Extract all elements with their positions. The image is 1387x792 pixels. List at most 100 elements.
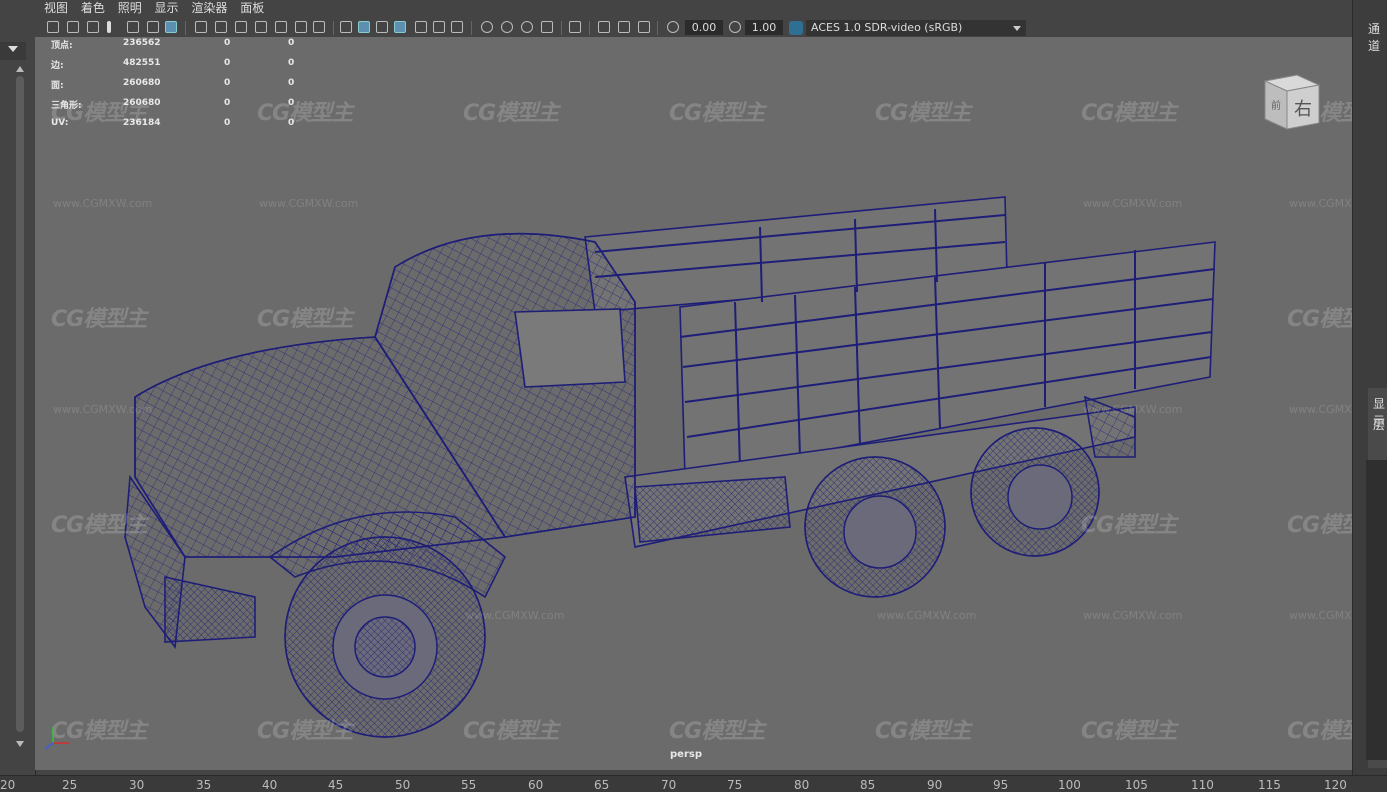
ambient-occlusion-icon[interactable] (481, 21, 493, 33)
film-gate-icon[interactable] (215, 21, 227, 33)
timeline-tick: 50 (395, 778, 411, 792)
tab-channels[interactable]: 通道 (1368, 20, 1387, 54)
grid-icon[interactable] (195, 21, 207, 33)
timeline-tick: 100 (1058, 778, 1081, 792)
timeline-tick: 30 (129, 778, 145, 792)
axis-gizmo-icon (44, 727, 69, 750)
watermark-url: www.CGMXW.com (1289, 609, 1352, 622)
wireframe-on-shaded-icon[interactable] (394, 21, 406, 33)
resolution-gate-icon[interactable] (235, 21, 247, 33)
wireframe-icon[interactable] (340, 21, 352, 33)
menu-shading[interactable]: 着色 (81, 0, 105, 16)
xray-icon[interactable] (598, 21, 610, 33)
watermark-url: www.CGMXW.com (1083, 197, 1183, 210)
layer-list[interactable] (1366, 460, 1387, 760)
timeline-tick: 55 (461, 778, 477, 792)
watermark-logo: CG模型主 (669, 719, 765, 744)
view-cube-side-label: 前 (1271, 99, 1281, 112)
safe-action-icon[interactable] (295, 21, 307, 33)
hud-row-faces: 面: 260680 0 0 (51, 78, 295, 91)
menu-renderer[interactable]: 渲染器 (191, 0, 227, 16)
panel-menubar: 视图 着色 照明 显示 渲染器 面板 (35, 0, 1352, 17)
textured-icon[interactable] (415, 21, 427, 33)
color-management-icon[interactable] (789, 21, 803, 35)
xray-joints-icon[interactable] (618, 21, 630, 33)
bookmark-icon[interactable] (87, 21, 99, 33)
watermark-url: www.CGMXW.com (53, 197, 153, 210)
image-plane-icon[interactable] (107, 21, 111, 33)
shadows-icon[interactable] (451, 21, 463, 33)
grease-pencil-toggle-icon[interactable] (165, 21, 177, 33)
watermark-url: www.CGMXW.com (1289, 197, 1352, 210)
watermark-logo: CG模型主 (257, 307, 353, 332)
tab-layers[interactable]: 层 (1373, 416, 1385, 433)
view-cube-face-label: 右 (1294, 99, 1312, 120)
field-chart-icon[interactable] (275, 21, 287, 33)
gamma-icon[interactable] (729, 21, 741, 33)
color-space-select[interactable]: ACES 1.0 SDR-video (sRGB) (806, 20, 1026, 36)
chevron-down-icon (8, 46, 18, 52)
timeline-tick: 20 (0, 778, 16, 792)
default-material-icon[interactable] (376, 21, 388, 33)
scroll-up-icon[interactable] (16, 66, 24, 72)
watermark-logo: CG模型主 (669, 101, 765, 126)
smooth-shade-icon[interactable] (358, 21, 370, 33)
timeline-tick: 35 (196, 778, 212, 792)
watermark-logo: CG模型主 (1081, 513, 1177, 538)
timeline-tick: 120 (1324, 778, 1347, 792)
watermark-logo: CG模型主 (51, 101, 147, 126)
watermark-logo: CG模型主 (1081, 719, 1177, 744)
watermark-url: www.CGMXW.com (877, 609, 977, 622)
lights-icon[interactable] (433, 21, 445, 33)
channel-box-panel: 通道 显示 层 (1352, 0, 1387, 775)
menu-lighting[interactable]: 照明 (118, 0, 142, 16)
camera-name-label: persp (670, 749, 702, 760)
watermark-url: www.CGMXW.com (53, 403, 153, 416)
view-cube-icon[interactable]: 右 前 (1257, 67, 1323, 133)
time-slider[interactable]: 20 25 30 35 40 45 50 55 60 65 70 75 80 8… (0, 775, 1387, 792)
exposure-icon[interactable] (667, 21, 679, 33)
hud-row-edges: 边: 482551 0 0 (51, 58, 295, 71)
exposure-field[interactable]: 0.00 (685, 20, 723, 35)
timeline-tick: 95 (993, 778, 1009, 792)
watermark-logo: CG模型主 (257, 101, 353, 126)
safe-title-icon[interactable] (313, 21, 325, 33)
xray-active-icon[interactable] (638, 21, 650, 33)
timeline-tick: 65 (594, 778, 610, 792)
watermark-logo: CG模型主 (51, 307, 147, 332)
timeline-tick: 40 (262, 778, 278, 792)
motion-blur-icon[interactable] (501, 21, 513, 33)
watermark-logo: CG模型主 (257, 719, 353, 744)
view-cube[interactable]: 右 前 (1257, 67, 1323, 133)
watermark-url: www.CGMXW.com (1083, 403, 1183, 416)
depth-of-field-icon[interactable] (541, 21, 553, 33)
3d-viewport[interactable]: 顶点: 236562 0 0 边: 482551 0 0 面: 260680 0… (35, 37, 1352, 770)
timeline-tick: 75 (727, 778, 743, 792)
scroll-down-icon[interactable] (16, 741, 24, 747)
timeline-tick: 90 (927, 778, 943, 792)
gamma-field[interactable]: 1.00 (745, 20, 783, 35)
menu-view[interactable]: 视图 (44, 0, 68, 16)
2d-pan-zoom-icon[interactable] (147, 21, 159, 33)
timeline-tick: 115 (1258, 778, 1281, 792)
watermark-logo: CG模型主 (51, 513, 147, 538)
vertical-scrollbar[interactable] (16, 76, 24, 732)
timeline-tick: 80 (794, 778, 810, 792)
menu-panels[interactable]: 面板 (240, 0, 264, 16)
anti-aliasing-icon[interactable] (521, 21, 533, 33)
isolate-select-icon[interactable] (569, 21, 581, 33)
watermark-logo: CG模型主 (1081, 101, 1177, 126)
menu-show[interactable]: 显示 (155, 0, 179, 16)
select-camera-icon[interactable] (47, 21, 59, 33)
timeline-tick: 60 (528, 778, 544, 792)
camera-attributes-icon[interactable] (67, 21, 79, 33)
timeline-tick: 105 (1125, 778, 1148, 792)
watermark-logo: CG模型主 (463, 101, 559, 126)
watermark-url: www.CGMXW.com (1289, 403, 1352, 416)
timeline-tick: 70 (661, 778, 677, 792)
watermark-url: www.CGMXW.com (1083, 609, 1183, 622)
chevron-down-icon[interactable] (1013, 26, 1021, 31)
timeline-tick: 110 (1191, 778, 1214, 792)
gate-mask-icon[interactable] (255, 21, 267, 33)
grease-pencil-icon[interactable] (127, 21, 139, 33)
